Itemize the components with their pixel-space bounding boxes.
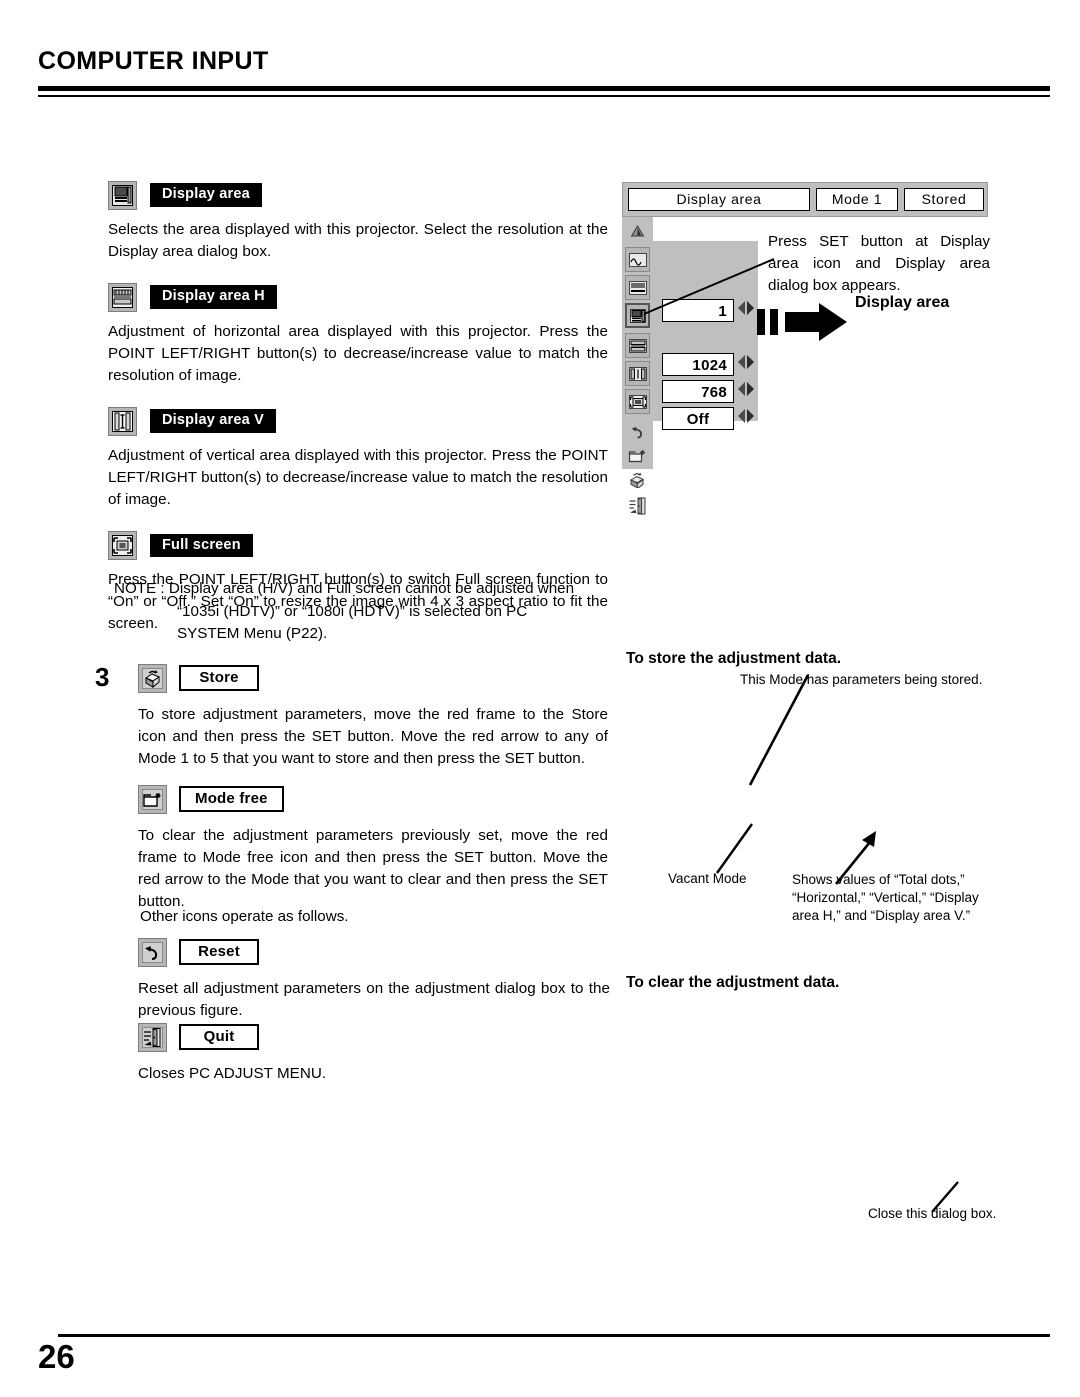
- section-label-full-screen: Full screen: [150, 533, 253, 557]
- osd-display-area-v-value[interactable]: 768: [662, 380, 734, 403]
- section-heading-display-area-v: Display area V: [108, 406, 608, 436]
- display-area-v-icon: [108, 406, 137, 436]
- section-heading-store: Store: [138, 662, 608, 694]
- osd-stored-field[interactable]: Stored: [904, 188, 984, 211]
- section-body-quit: Closes PC ADJUST MENU.: [138, 1065, 327, 1082]
- section-label-display-area: Display area: [150, 183, 262, 207]
- section-label-reset: Reset: [179, 939, 259, 965]
- reset-icon: [138, 937, 167, 967]
- section-body-mode-free: To clear the adjustment parameters previ…: [138, 827, 608, 911]
- osd-total-dots-spinner[interactable]: [737, 299, 755, 322]
- page-header: COMPUTER INPUT: [38, 47, 1050, 75]
- section-heading-display-area-h: Display area H: [108, 282, 608, 312]
- section-body-display-area: Selects the area displayed with this pro…: [108, 221, 608, 261]
- section-label-mode-free: Mode free: [179, 786, 284, 812]
- osd-full-screen-spinner[interactable]: [737, 407, 755, 430]
- section-heading-full-screen: Full screen: [108, 530, 608, 560]
- section-label-store: Store: [179, 665, 259, 691]
- osd-total-dots-value[interactable]: 1: [662, 299, 734, 322]
- note-line-2: “1035i (HDTV)” or “1080i (HDTV)” is sele…: [177, 602, 528, 620]
- osd-display-area-h-value[interactable]: 1024: [662, 353, 734, 376]
- osd-fine-sync-icon[interactable]: [625, 247, 650, 272]
- osd-title-field[interactable]: Display area: [628, 188, 810, 211]
- section-display-area-v: Display area V Adjustment of vertical ar…: [108, 406, 608, 511]
- section-display-area: Display area Selects the area displayed …: [108, 180, 608, 263]
- note-line-3: SYSTEM Menu (P22).: [177, 625, 328, 642]
- osd-topbar: Display area Mode 1 Stored: [622, 182, 988, 217]
- section-display-area-h: Display area H Adjustment of horizontal …: [108, 282, 608, 387]
- section-body-reset: Reset all adjustment parameters on the a…: [138, 980, 610, 1020]
- header-rule-thick: [38, 86, 1050, 91]
- section-heading-mode-free: Mode free: [138, 783, 608, 815]
- section-body-display-area-h: Adjustment of horizontal area displayed …: [108, 323, 608, 385]
- clear-adjustment-heading: To clear the adjustment data.: [626, 974, 840, 991]
- osd-display-area-icon[interactable]: [625, 303, 650, 328]
- note-block: NOTE : Display area (H/V) and Full scree…: [114, 578, 608, 646]
- osd-display-area-v-spinner[interactable]: [737, 380, 755, 403]
- big-right-arrow-icon: [757, 303, 847, 346]
- display-area-h-icon: [108, 282, 137, 312]
- osd-display-area-h-spinner[interactable]: [737, 353, 755, 376]
- osd-scroll-up-icon[interactable]: [625, 219, 650, 244]
- osd-mode-field[interactable]: Mode 1: [816, 188, 898, 211]
- section-body-store: To store adjustment parameters, move the…: [138, 706, 608, 768]
- section-body-display-area-v: Adjustment of vertical area displayed wi…: [108, 447, 608, 509]
- quit-icon: [138, 1022, 167, 1052]
- section-quit: Quit Closes PC ADJUST MENU.: [138, 1021, 610, 1104]
- osd-full-screen-value[interactable]: Off: [662, 407, 734, 430]
- vacant-mode-label: Vacant Mode: [668, 871, 747, 886]
- osd-instruction-note: Press SET button at Display area icon an…: [768, 233, 990, 295]
- store-icon: [138, 663, 167, 693]
- osd-reset-icon[interactable]: [625, 419, 650, 444]
- mode-free-icon: [138, 784, 167, 814]
- osd-total-dots-icon[interactable]: [625, 275, 650, 300]
- close-dialog-note: Close this dialog box.: [868, 1206, 997, 1221]
- page-number: 26: [38, 1338, 75, 1375]
- vacant-mode-leader-line: [716, 823, 753, 874]
- osd-display-area-h-row: 1024: [662, 353, 755, 376]
- section-label-quit: Quit: [179, 1024, 259, 1050]
- page-title: COMPUTER INPUT: [38, 47, 269, 75]
- section-store: Store To store adjustment parameters, mo…: [138, 662, 608, 789]
- display-area-caption: Display area: [855, 294, 950, 311]
- footer-rule: [58, 1334, 1050, 1337]
- osd-mode-free-icon[interactable]: [625, 443, 650, 468]
- full-screen-icon: [108, 530, 137, 560]
- section-heading-display-area: Display area: [108, 180, 608, 210]
- display-area-icon: [108, 180, 137, 210]
- section-label-display-area-h: Display area H: [150, 285, 277, 309]
- shows-values-note: Shows values of “Total dots,” “Horizonta…: [792, 872, 979, 923]
- osd-full-screen-row: Off: [662, 407, 755, 430]
- section-heading-quit: Quit: [138, 1021, 610, 1053]
- note-line-1: NOTE : Display area (H/V) and Full scree…: [114, 580, 575, 597]
- step-number-3: 3: [95, 662, 110, 692]
- osd-store-icon[interactable]: [625, 467, 650, 492]
- osd-quit-icon[interactable]: [625, 493, 650, 518]
- store-leader-line: [748, 674, 810, 786]
- osd-full-screen-icon[interactable]: [625, 389, 650, 414]
- header-rule-thin: [38, 95, 1050, 97]
- section-heading-reset: Reset: [138, 936, 610, 968]
- osd-display-area-h-icon[interactable]: [625, 333, 650, 358]
- osd-display-area-v-row: 768: [662, 380, 755, 403]
- osd-display-area-v-icon[interactable]: [625, 361, 650, 386]
- osd-total-dots-row: 1: [662, 299, 755, 322]
- section-label-display-area-v: Display area V: [150, 409, 276, 433]
- other-icons-line: Other icons operate as follows.: [140, 908, 349, 925]
